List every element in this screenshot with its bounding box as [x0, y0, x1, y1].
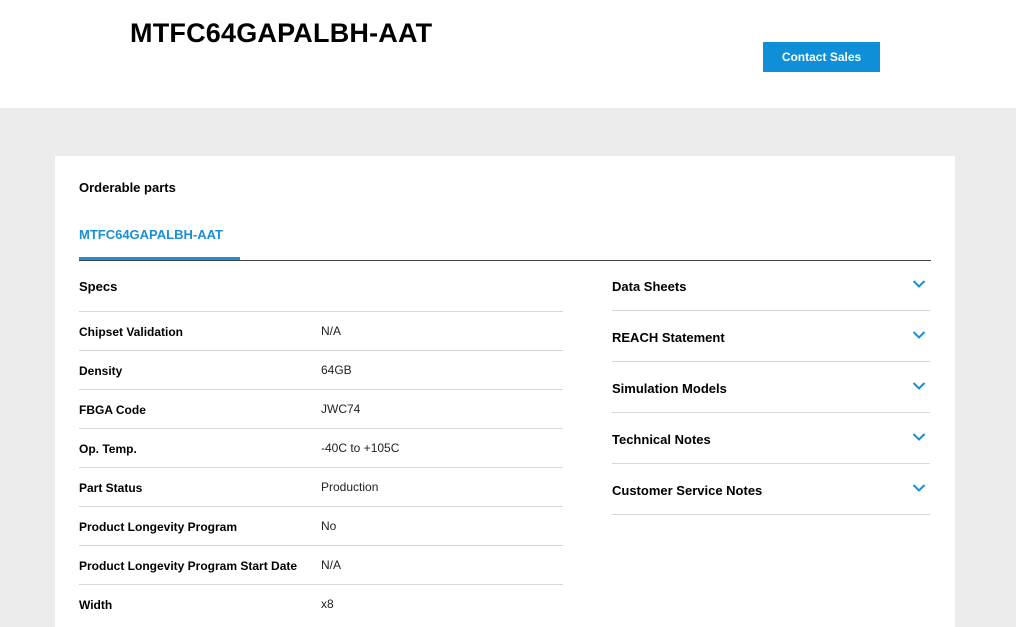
- tab-part-number[interactable]: MTFC64GAPALBH-AAT: [79, 227, 223, 242]
- spec-row: Product Longevity Program Start Date N/A: [79, 545, 563, 584]
- spec-label: Part Status: [79, 481, 143, 495]
- specs-heading: Specs: [79, 279, 118, 294]
- accordion-reach-statement[interactable]: REACH Statement: [612, 311, 930, 362]
- spec-label: Op. Temp.: [79, 442, 137, 456]
- chevron-down-icon[interactable]: [912, 483, 926, 493]
- accordion-data-sheets[interactable]: Data Sheets: [612, 260, 930, 311]
- spec-value: N/A: [321, 324, 342, 338]
- page-header: MTFC64GAPALBH-AAT Contact Sales: [0, 0, 1016, 108]
- accordion-technical-notes[interactable]: Technical Notes: [612, 413, 930, 464]
- spec-row: FBGA Code JWC74: [79, 389, 563, 428]
- contact-sales-button[interactable]: Contact Sales: [763, 42, 880, 72]
- spec-value: N/A: [321, 558, 342, 572]
- accordion-label: REACH Statement: [612, 330, 725, 345]
- page-title: MTFC64GAPALBH-AAT: [130, 18, 433, 48]
- accordion-label: Customer Service Notes: [612, 483, 763, 498]
- chevron-down-icon[interactable]: [912, 330, 926, 340]
- spec-label: Density: [79, 364, 123, 378]
- spec-value: No: [321, 519, 337, 533]
- card-heading: Orderable parts: [79, 180, 176, 195]
- spec-label: Width: [79, 598, 113, 612]
- spec-value: x8: [321, 597, 334, 611]
- spec-value: -40C to +105C: [321, 441, 400, 455]
- orderable-parts-card: Orderable parts MTFC64GAPALBH-AAT Specs …: [55, 156, 955, 627]
- specs-table: Chipset Validation N/A Density 64GB FBGA…: [79, 311, 563, 623]
- spec-label: FBGA Code: [79, 403, 146, 417]
- accordion-label: Simulation Models: [612, 381, 727, 396]
- accordion-simulation-models[interactable]: Simulation Models: [612, 362, 930, 413]
- spec-row: Chipset Validation N/A: [79, 311, 563, 350]
- spec-row: Width x8: [79, 584, 563, 623]
- accordion-label: Technical Notes: [612, 432, 711, 447]
- accordion-label: Data Sheets: [612, 279, 687, 294]
- spec-label: Product Longevity Program Start Date: [79, 559, 298, 573]
- chevron-down-icon[interactable]: [912, 432, 926, 442]
- spec-row: Op. Temp. -40C to +105C: [79, 428, 563, 467]
- accordion-customer-service-notes[interactable]: Customer Service Notes: [612, 464, 930, 515]
- chevron-down-icon[interactable]: [912, 279, 926, 289]
- spec-label: Product Longevity Program: [79, 520, 238, 534]
- spec-value: 64GB: [321, 363, 352, 377]
- spec-label: Chipset Validation: [79, 325, 184, 339]
- spec-row: Product Longevity Program No: [79, 506, 563, 545]
- spec-row: Density 64GB: [79, 350, 563, 389]
- chevron-down-icon[interactable]: [912, 381, 926, 391]
- spec-value: Production: [321, 480, 379, 494]
- documents-accordion: Data Sheets REACH Statement Simulation M…: [612, 260, 930, 515]
- spec-row: Part Status Production: [79, 467, 563, 506]
- spec-value: JWC74: [321, 402, 361, 416]
